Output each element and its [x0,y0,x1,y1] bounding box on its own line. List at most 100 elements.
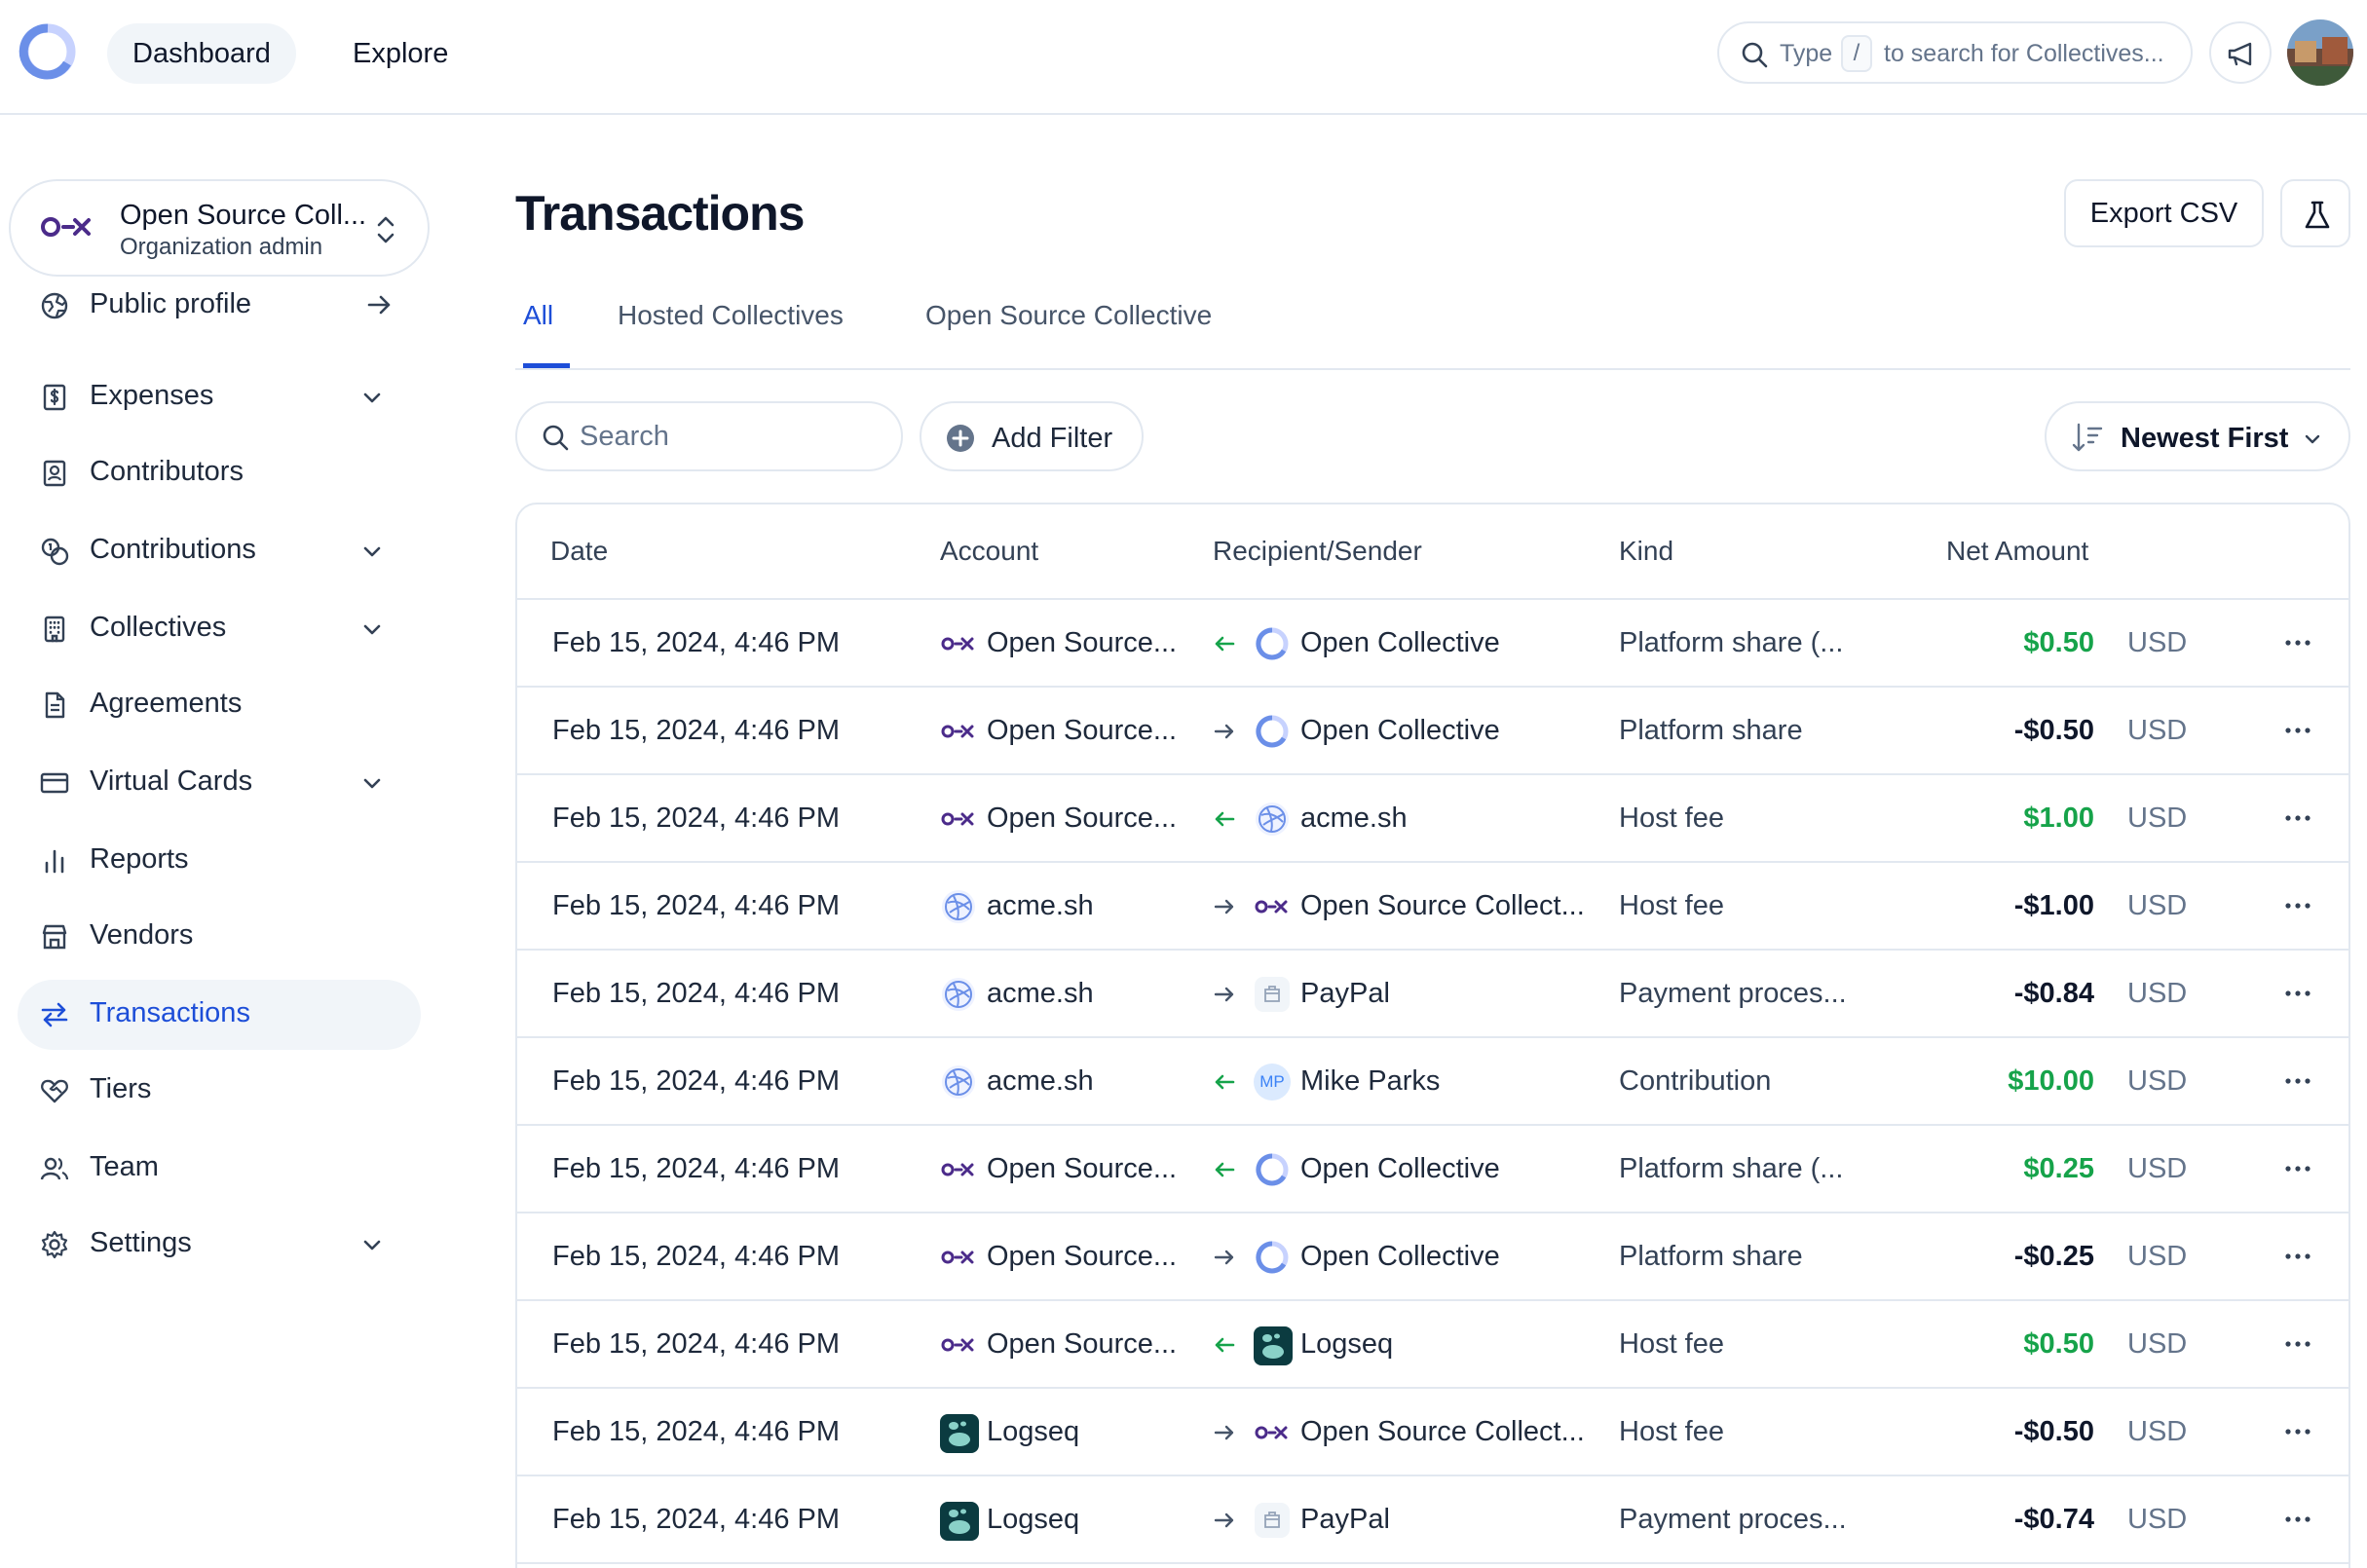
table-row[interactable]: Feb 15, 2024, 4:46 PM acme.sh PayPal Paymen… [517,951,2348,1038]
receipt-icon [43,384,66,411]
direction-indicator [1213,982,1236,1014]
transaction-kind: Host fee [1619,1328,1724,1360]
sidebar-item-label: Public profile [90,288,252,319]
transaction-date: Feb 15, 2024, 4:46 PM [552,627,841,658]
row-actions-button[interactable] [2273,623,2322,662]
recipient-name: acme.sh [1300,803,1408,834]
table-row[interactable]: Feb 15, 2024, 4:46 PM Open Source... Logse… [517,1301,2348,1389]
arrow-left-icon [1215,1074,1235,1090]
row-actions-button[interactable] [2273,1149,2322,1188]
row-actions-button[interactable] [2273,1412,2322,1451]
header-recipient-sender[interactable]: Recipient/Sender [1213,536,1422,567]
chevron-up-down-icon [377,216,394,243]
osc-logo-icon [1255,1426,1288,1439]
currency: USD [2127,1416,2188,1447]
more-horizontal-icon [2285,728,2311,733]
osc-logo-icon [941,812,974,826]
direction-indicator [1213,1332,1236,1364]
table-row[interactable]: Feb 15, 2024, 4:46 PM Open Source... acme.… [517,775,2348,863]
more-horizontal-icon [2285,815,2311,821]
recipient-name: Logseq [1300,1328,1394,1360]
table-row[interactable]: Feb 15, 2024, 4:46 PM acme.sh MP Mike Parks… [517,1038,2348,1126]
header-net-amount[interactable]: Net Amount [1946,536,2088,567]
sidebar-item-virtual-cards[interactable]: Virtual Cards [18,748,421,818]
recipient-name: Mike Parks [1300,1065,1441,1097]
transaction-date: Feb 15, 2024, 4:46 PM [552,978,841,1009]
export-csv-button[interactable]: Export CSV [2064,179,2264,247]
row-actions-button[interactable] [2273,1062,2322,1101]
open-collective-icon [1256,1241,1289,1274]
user-avatar[interactable] [2287,19,2353,86]
sidebar-item-reports[interactable]: Reports [18,826,421,896]
search-field[interactable] [515,401,903,471]
row-actions-button[interactable] [2273,974,2322,1013]
table-row[interactable]: Feb 15, 2024, 4:46 PM Open Source... Open … [517,688,2348,775]
currency: USD [2127,627,2188,658]
header-kind[interactable]: Kind [1619,536,1673,567]
sidebar-item-contributors[interactable]: Contributors [18,438,421,508]
sort-label: Newest First [2121,423,2289,454]
open-collective-icon [1256,715,1289,748]
currency: USD [2127,1153,2188,1184]
updates-button[interactable] [2209,21,2272,84]
org-switcher[interactable]: Open Source Coll... Organization admin [9,179,430,277]
user-initials-avatar: MP [1254,1064,1291,1101]
sidebar-item-team[interactable]: Team [18,1134,421,1204]
row-actions-button[interactable] [2273,711,2322,750]
header-date[interactable]: Date [550,536,608,567]
nav-explore[interactable]: Explore [327,23,473,84]
table-row[interactable]: Feb 15, 2024, 4:46 PM Open Source... Open … [517,1126,2348,1213]
sidebar-item-contributions[interactable]: Contributions [18,516,421,586]
row-actions-button[interactable] [2273,799,2322,838]
nav-dashboard[interactable]: Dashboard [107,23,296,84]
transaction-date: Feb 15, 2024, 4:46 PM [552,715,841,746]
table-row[interactable]: Feb 15, 2024, 4:46 PM Logseq Open Source C… [517,1389,2348,1476]
open-collective-logo[interactable] [16,19,80,84]
tab-all[interactable]: All [523,300,570,368]
sidebar-item-tiers[interactable]: Tiers [18,1056,421,1126]
row-actions-button[interactable] [2273,1237,2322,1276]
currency: USD [2127,715,2188,746]
arrow-right-icon [1214,1512,1234,1528]
more-horizontal-icon [2285,903,2311,909]
tab-hosted-collectives[interactable]: Hosted Collectives [618,300,844,368]
experimental-button[interactable] [2280,179,2350,247]
sidebar-item-vendors[interactable]: Vendors [18,902,421,972]
net-amount: $0.50 [2023,1328,2094,1360]
chevron-down-icon [2305,434,2320,444]
gear-icon [41,1230,68,1259]
header-account[interactable]: Account [940,536,1038,567]
sidebar-item-expenses[interactable]: Expenses [18,362,421,432]
search-input[interactable] [580,417,882,456]
row-actions-button[interactable] [2273,1325,2322,1363]
table-row[interactable]: Feb 15, 2024, 4:46 PM acme.sh Open Source … [517,863,2348,951]
sidebar-item-settings[interactable]: Settings [18,1210,421,1280]
megaphone-icon [2228,42,2252,66]
logseq-icon [940,1502,979,1541]
row-actions-button[interactable] [2273,886,2322,925]
sidebar-item-collectives[interactable]: Collectives [18,594,421,664]
net-amount: -$0.25 [2013,1241,2094,1272]
heart-handshake-icon [41,1079,68,1103]
arrow-right-icon [1214,724,1234,739]
account-name: Open Source... [987,715,1178,746]
sidebar-item-public-profile[interactable]: Public profile [18,271,421,341]
sort-dropdown[interactable]: Newest First [2045,401,2350,471]
sidebar-item-agreements[interactable]: Agreements [18,670,421,740]
sidebar-item-transactions[interactable]: Transactions [18,980,421,1050]
more-horizontal-icon [2285,1516,2311,1522]
transaction-date: Feb 15, 2024, 4:46 PM [552,1065,841,1097]
globe-icon [41,292,68,319]
add-filter-button[interactable]: Add Filter [920,401,1144,471]
arrows-exchange-icon [41,1002,68,1027]
table-row[interactable]: Feb 15, 2024, 4:46 PM Logseq PayPal Payment… [517,1476,2348,1564]
table-row[interactable]: Feb 15, 2024, 4:46 PM Open Source... Open … [517,1213,2348,1301]
osc-logo-icon [941,1163,974,1176]
recipient-name: Open Source Collect... [1300,1416,1585,1447]
tab-open-source-collective[interactable]: Open Source Collective [925,300,1212,368]
account-name: acme.sh [987,890,1094,921]
row-actions-button[interactable] [2273,1500,2322,1539]
global-search[interactable]: Type / to search for Collectives... [1717,21,2193,84]
table-row[interactable]: Feb 15, 2024, 4:46 PM Open Source... Open … [517,600,2348,688]
chevron-down-icon [363,778,381,789]
